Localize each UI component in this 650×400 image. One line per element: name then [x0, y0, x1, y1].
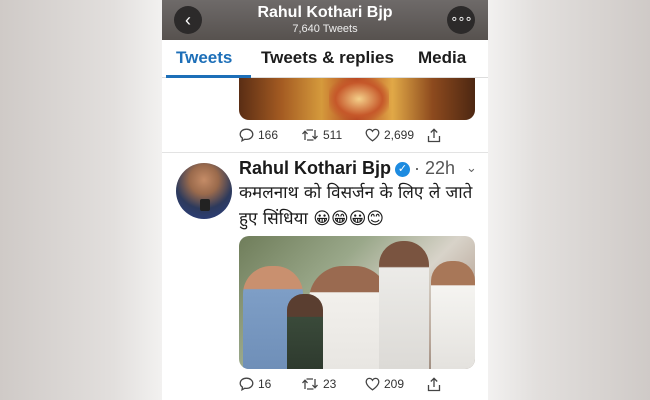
share-icon: [427, 128, 441, 143]
reply-button[interactable]: 166: [239, 128, 278, 142]
chevron-down-icon[interactable]: ⌄: [466, 160, 477, 176]
retweet-icon: [302, 378, 318, 390]
like-button[interactable]: 209: [365, 377, 404, 391]
author-name: Rahul Kothari Bjp: [239, 158, 391, 178]
heart-icon: [365, 377, 380, 391]
twitter-profile-screen: ‹ Rahul Kothari Bjp 7,640 Tweets ∘∘∘ Twe…: [162, 0, 488, 400]
background-right: [488, 0, 650, 400]
profile-header: ‹ Rahul Kothari Bjp 7,640 Tweets ∘∘∘: [162, 0, 488, 40]
background-left: [0, 0, 162, 400]
share-icon: [427, 377, 441, 392]
reply-button[interactable]: 16: [239, 377, 271, 391]
like-button[interactable]: 2,699: [365, 128, 414, 142]
avatar[interactable]: [176, 163, 232, 219]
comment-icon: [239, 128, 254, 142]
like-count: 209: [384, 377, 405, 391]
retweet-button[interactable]: 23: [301, 377, 336, 391]
reply-count: 16: [258, 377, 272, 391]
retweet-count: 23: [323, 377, 337, 391]
share-button[interactable]: [427, 377, 445, 392]
profile-name: Rahul Kothari Bjp: [257, 4, 393, 21]
previous-tweet-actions: 166 511 2,699: [239, 128, 479, 148]
photo-person: [287, 294, 323, 369]
tweet-divider: [162, 152, 488, 153]
retweet-icon: [302, 129, 318, 141]
heart-icon: [365, 128, 380, 142]
profile-tabs: Tweets Tweets & replies Media: [162, 40, 488, 78]
photo-person: [431, 261, 475, 369]
tab-tweets-and-replies[interactable]: Tweets & replies: [261, 48, 394, 68]
retweet-count: 511: [323, 128, 343, 142]
tweet-actions: 16 23 209: [239, 377, 479, 397]
share-button[interactable]: [427, 128, 445, 143]
more-options-button[interactable]: ∘∘∘: [447, 6, 475, 34]
tweet-count: 7,640 Tweets: [292, 23, 358, 35]
tweet-time: · 22h: [414, 158, 456, 178]
like-count: 2,699: [384, 128, 415, 142]
retweet-button[interactable]: 511: [301, 128, 342, 142]
previous-tweet-image[interactable]: [239, 78, 475, 120]
reply-count: 166: [258, 128, 279, 142]
tweet-media-photo[interactable]: [239, 236, 475, 369]
more-dots-icon: ∘∘∘: [450, 11, 472, 26]
tweet-text: कमलनाथ को विसर्जन के लिए ले जाते हुए सिं…: [239, 183, 473, 229]
tab-tweets[interactable]: Tweets: [176, 48, 232, 68]
tab-media[interactable]: Media: [418, 48, 466, 68]
comment-icon: [239, 377, 254, 391]
microphone-icon: [200, 199, 210, 211]
verified-badge-icon: ✓: [395, 162, 410, 177]
photo-person: [379, 241, 429, 369]
tweet-author[interactable]: Rahul Kothari Bjp ✓ · 22h: [239, 158, 455, 179]
